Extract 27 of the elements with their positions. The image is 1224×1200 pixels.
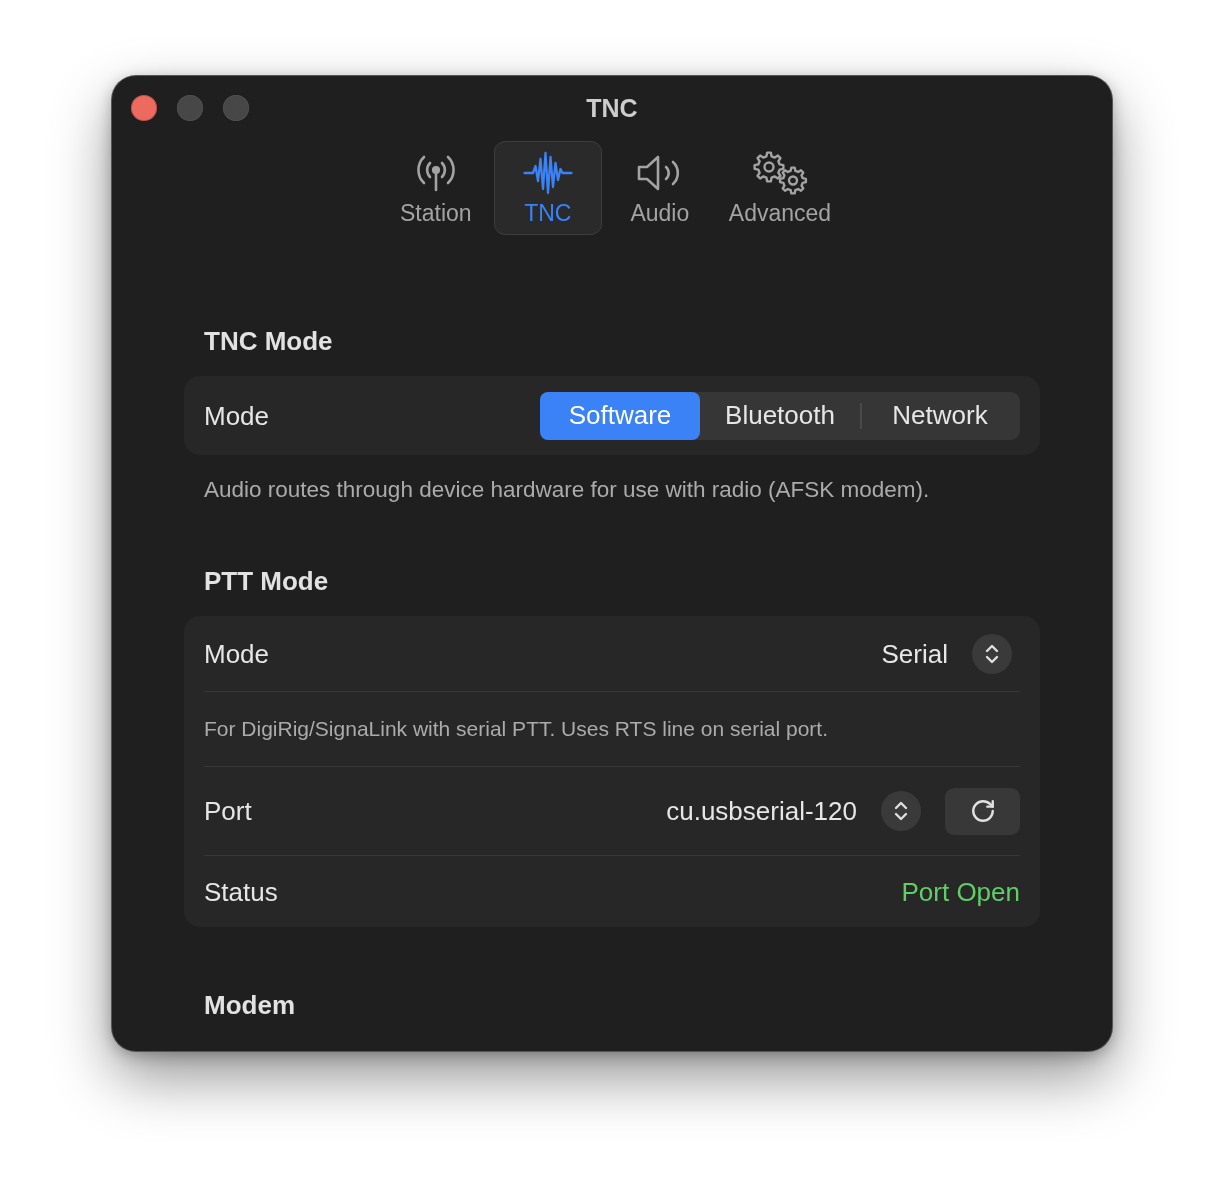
- refresh-icon: [969, 798, 996, 824]
- section-title: Modem: [204, 990, 295, 1020]
- segment-option[interactable]: Bluetooth: [700, 391, 860, 440]
- status-text: Port Open: [901, 876, 1020, 907]
- segment-option[interactable]: Network: [860, 391, 1020, 440]
- section-title: TNC Mode: [204, 326, 333, 356]
- help-text: For DigiRig/SignaLink with serial PTT. Uses RTS line on serial port.: [204, 716, 828, 742]
- toolbar-tab[interactable]: Advanced: [717, 141, 843, 235]
- popup-button[interactable]: Serial: [881, 633, 1012, 674]
- row-label: Port: [204, 796, 252, 826]
- toolbar-tab[interactable]: Station: [381, 141, 490, 235]
- popup-button[interactable]: cu.usbserial-120: [666, 791, 921, 831]
- gears-icon: [752, 151, 808, 195]
- refresh-button[interactable]: [945, 787, 1020, 835]
- row-label: Mode: [204, 638, 270, 669]
- help-text: Audio routes through device hardware for use with radio (AFSK modem).: [204, 477, 930, 503]
- window-title: TNC: [586, 92, 638, 123]
- up-down-chevrons-icon: [881, 791, 921, 831]
- row-label: Mode: [204, 400, 270, 431]
- row-label: Status: [204, 876, 278, 907]
- section-title: PTT Mode: [204, 566, 329, 596]
- toolbar-tab[interactable]: Audio: [605, 141, 714, 235]
- toolbar-tab[interactable]: TNC: [493, 141, 602, 235]
- waveform-icon: [522, 151, 573, 195]
- up-down-chevrons-icon: [972, 633, 1012, 674]
- close-button[interactable]: [131, 94, 157, 121]
- segment-option[interactable]: Software: [540, 391, 700, 440]
